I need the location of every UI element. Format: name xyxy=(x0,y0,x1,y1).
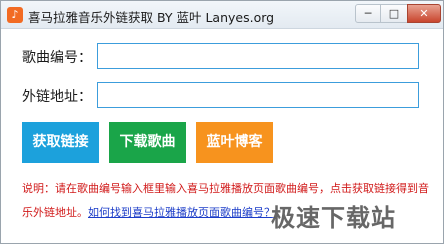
link-address-input[interactable] xyxy=(97,82,419,108)
song-id-label: 歌曲编号： xyxy=(22,50,92,66)
app-logo-icon: ♪ xyxy=(7,7,23,23)
window-title: 喜马拉雅音乐外链获取 BY 蓝叶 Lanyes.org xyxy=(28,10,275,25)
title-bar[interactable]: ♪ 喜马拉雅音乐外链获取 BY 蓝叶 Lanyes.org ─ □ ✕ xyxy=(1,1,443,29)
minimize-button[interactable]: ─ xyxy=(355,4,381,23)
watermark: 极速下载站 xyxy=(271,204,396,232)
app-window: ♪ 喜马拉雅音乐外链获取 BY 蓝叶 Lanyes.org ─ □ ✕ 歌曲编号… xyxy=(0,0,444,244)
get-link-button[interactable]: 获取链接 xyxy=(22,122,99,163)
download-song-button[interactable]: 下载歌曲 xyxy=(109,122,186,163)
song-id-input[interactable] xyxy=(97,43,419,69)
link-label: 外链地址： xyxy=(22,89,92,105)
blog-button[interactable]: 蓝叶博客 xyxy=(196,122,273,163)
help-link[interactable]: 如何找到喜马拉雅播放页面歌曲编号？ xyxy=(88,206,275,219)
maximize-button[interactable]: □ xyxy=(381,4,407,23)
close-button[interactable]: ✕ xyxy=(407,4,441,23)
